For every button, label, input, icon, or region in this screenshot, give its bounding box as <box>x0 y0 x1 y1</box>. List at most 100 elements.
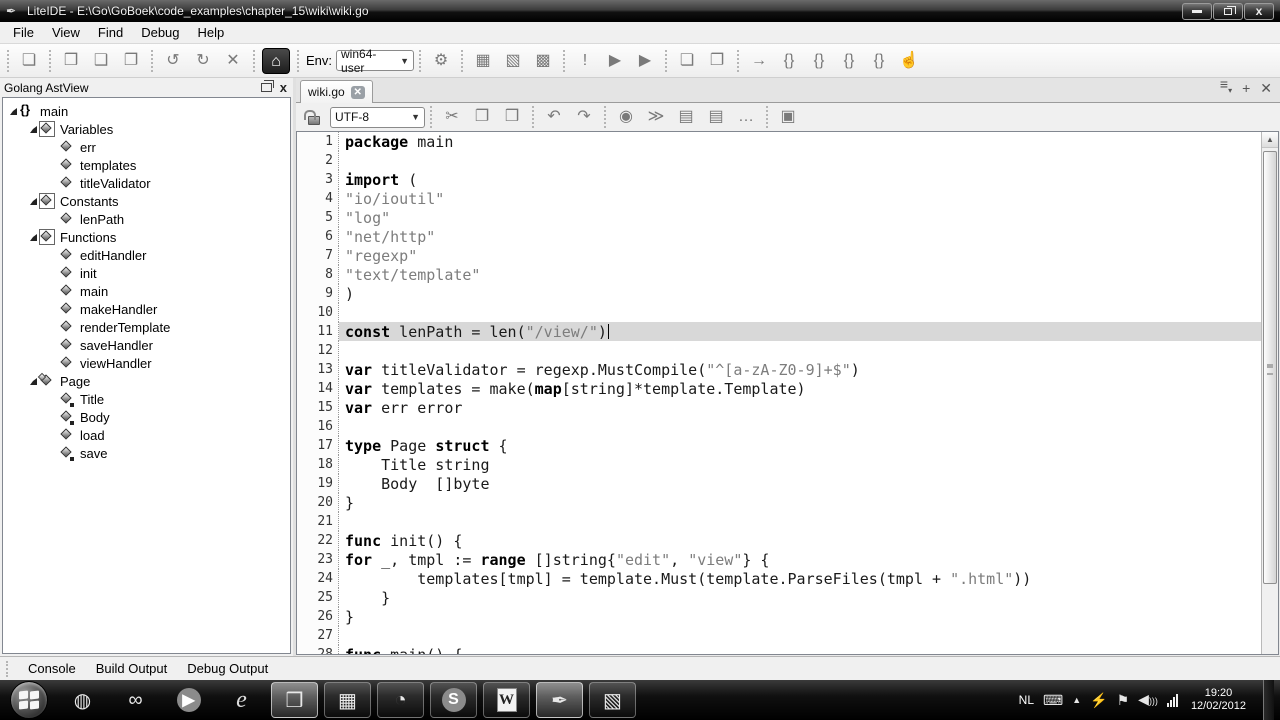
menu-view[interactable]: View <box>43 22 89 43</box>
tree-item-main[interactable]: main <box>3 282 290 300</box>
language-indicator[interactable]: NL <box>1019 693 1034 707</box>
firefox-icon[interactable]: ◔ <box>377 682 424 718</box>
tree-item-viewhandler[interactable]: viewHandler <box>3 354 290 372</box>
scroll-up-icon[interactable]: ▲ <box>1262 132 1278 148</box>
image-editor-icon[interactable]: ▧ <box>589 682 636 718</box>
code-line[interactable]: 12 <box>297 341 1261 360</box>
skype-icon[interactable]: S <box>430 682 477 718</box>
code-line[interactable]: 20} <box>297 493 1261 512</box>
restore-button[interactable] <box>1213 3 1243 20</box>
expand-arrow-icon[interactable] <box>7 108 19 115</box>
close-tab-icon[interactable]: ✕ <box>1260 81 1272 95</box>
code-line[interactable]: 18 Title string <box>297 455 1261 474</box>
expression-infinity-icon[interactable]: ∞ <box>112 682 159 718</box>
reload-file-icon[interactable]: ↻ <box>190 48 216 74</box>
action-center-icon[interactable]: ⚑ <box>1117 692 1130 708</box>
run-icon[interactable]: ▶ <box>602 48 628 74</box>
save-all-icon[interactable]: ❐ <box>118 48 144 74</box>
paste-icon[interactable]: ❒ <box>499 104 525 130</box>
more-icon[interactable]: … <box>733 104 759 130</box>
pan-hand-icon[interactable]: ☝ <box>896 48 922 74</box>
undo-icon[interactable]: ↶ <box>541 104 567 130</box>
tree-item-edithandler[interactable]: editHandler <box>3 246 290 264</box>
output-tab-build-output[interactable]: Build Output <box>86 659 178 678</box>
fold-top-icon[interactable]: {} <box>806 48 832 74</box>
explorer-icon[interactable]: ❒ <box>271 682 318 718</box>
code-line[interactable]: 14var templates = make(map[string]*templ… <box>297 379 1261 398</box>
code-line[interactable]: 10 <box>297 303 1261 322</box>
output-tab-console[interactable]: Console <box>18 659 86 678</box>
expand-arrow-icon[interactable] <box>27 378 39 385</box>
menu-help[interactable]: Help <box>189 22 234 43</box>
code-line[interactable]: 9) <box>297 284 1261 303</box>
rebuild-icon[interactable]: ▩ <box>530 48 556 74</box>
tree-item-variables[interactable]: Variables <box>3 120 290 138</box>
record-icon[interactable]: ◉ <box>613 104 639 130</box>
expand-arrow-icon[interactable] <box>27 234 39 241</box>
goto-arrow-icon[interactable]: → <box>746 48 772 74</box>
safely-remove-icon[interactable]: ⚡ <box>1090 692 1107 708</box>
word-icon[interactable]: W <box>483 682 530 718</box>
output-tab-debug-output[interactable]: Debug Output <box>177 659 278 678</box>
menu-find[interactable]: Find <box>89 22 132 43</box>
code-line[interactable]: 17type Page struct { <box>297 436 1261 455</box>
fold-current-icon[interactable]: {} <box>776 48 802 74</box>
code-line[interactable]: 5 "log" <box>297 208 1261 227</box>
expand-arrow-icon[interactable] <box>27 126 39 133</box>
network-globe-icon[interactable]: ◍ <box>59 682 106 718</box>
editor-list-icon[interactable]: ≡▾ <box>1220 77 1232 98</box>
close-button[interactable]: x <box>1244 3 1274 20</box>
code-line[interactable]: 26} <box>297 607 1261 626</box>
settings-gear-icon[interactable]: ⚙ <box>428 48 454 74</box>
tree-item-rendertemplate[interactable]: renderTemplate <box>3 318 290 336</box>
float-panel-icon[interactable] <box>261 83 272 92</box>
menu-debug[interactable]: Debug <box>132 22 188 43</box>
format-doc-icon[interactable]: ❏ <box>674 48 700 74</box>
code-line[interactable]: 2 <box>297 151 1261 170</box>
start-button[interactable] <box>10 681 48 719</box>
menu-file[interactable]: File <box>4 22 43 43</box>
code-line[interactable]: 23 for _, tmpl := range []string{"edit",… <box>297 550 1261 569</box>
revert-file-icon[interactable]: ↺ <box>160 48 186 74</box>
compile-icon[interactable]: ! <box>572 48 598 74</box>
close-file-icon[interactable]: ✕ <box>220 48 246 74</box>
code-line[interactable]: 27 <box>297 626 1261 645</box>
minimize-button[interactable] <box>1182 3 1212 20</box>
cut-icon[interactable]: ✂ <box>439 104 465 130</box>
code-line[interactable]: 11const lenPath = len("/view/") <box>297 322 1261 341</box>
build-and-run-icon[interactable]: ▶ <box>632 48 658 74</box>
calculator-icon[interactable]: ▦ <box>324 682 371 718</box>
media-player-icon[interactable]: ▶ <box>165 682 212 718</box>
code-line[interactable]: 25 } <box>297 588 1261 607</box>
encoding-select[interactable]: UTF-8 ▼ <box>330 107 425 128</box>
new-tab-icon[interactable]: + <box>1242 81 1250 95</box>
build-file-icon[interactable]: ▧ <box>500 48 526 74</box>
build-icon[interactable]: ▦ <box>470 48 496 74</box>
vertical-scrollbar[interactable]: ▲ <box>1261 132 1278 654</box>
print-preview-icon[interactable]: ▤ <box>703 104 729 130</box>
code-line[interactable]: 4 "io/ioutil" <box>297 189 1261 208</box>
code-line[interactable]: 7 "regexp" <box>297 246 1261 265</box>
tree-item-err[interactable]: err <box>3 138 290 156</box>
show-desktop-button[interactable] <box>1263 680 1274 720</box>
tab-close-icon[interactable]: ✕ <box>351 86 365 99</box>
code-line[interactable]: 8 "text/template" <box>297 265 1261 284</box>
code-line[interactable]: 16 <box>297 417 1261 436</box>
tree-item-functions[interactable]: Functions <box>3 228 290 246</box>
code-line[interactable]: 15var err error <box>297 398 1261 417</box>
show-hidden-icons-icon[interactable]: ▲ <box>1072 692 1081 708</box>
tree-item-constants[interactable]: Constants <box>3 192 290 210</box>
unfold-all-icon[interactable]: {} <box>866 48 892 74</box>
code-line[interactable]: 21 <box>297 512 1261 531</box>
network-icon[interactable] <box>1167 693 1178 707</box>
keyboard-icon[interactable]: ⌨ <box>1043 692 1063 708</box>
tree-item-makehandler[interactable]: makeHandler <box>3 300 290 318</box>
code-line[interactable]: 24 templates[tmpl] = template.Must(templ… <box>297 569 1261 588</box>
tree-item-lenpath[interactable]: lenPath <box>3 210 290 228</box>
liteide-icon[interactable]: ✒ <box>536 682 583 718</box>
tree-item-savehandler[interactable]: saveHandler <box>3 336 290 354</box>
export-icon[interactable]: ≫ <box>643 104 669 130</box>
unfold-icon[interactable]: {} <box>836 48 862 74</box>
volume-icon[interactable]: ◀))) <box>1138 691 1158 709</box>
tab-wiki-go[interactable]: wiki.go ✕ <box>300 80 373 103</box>
